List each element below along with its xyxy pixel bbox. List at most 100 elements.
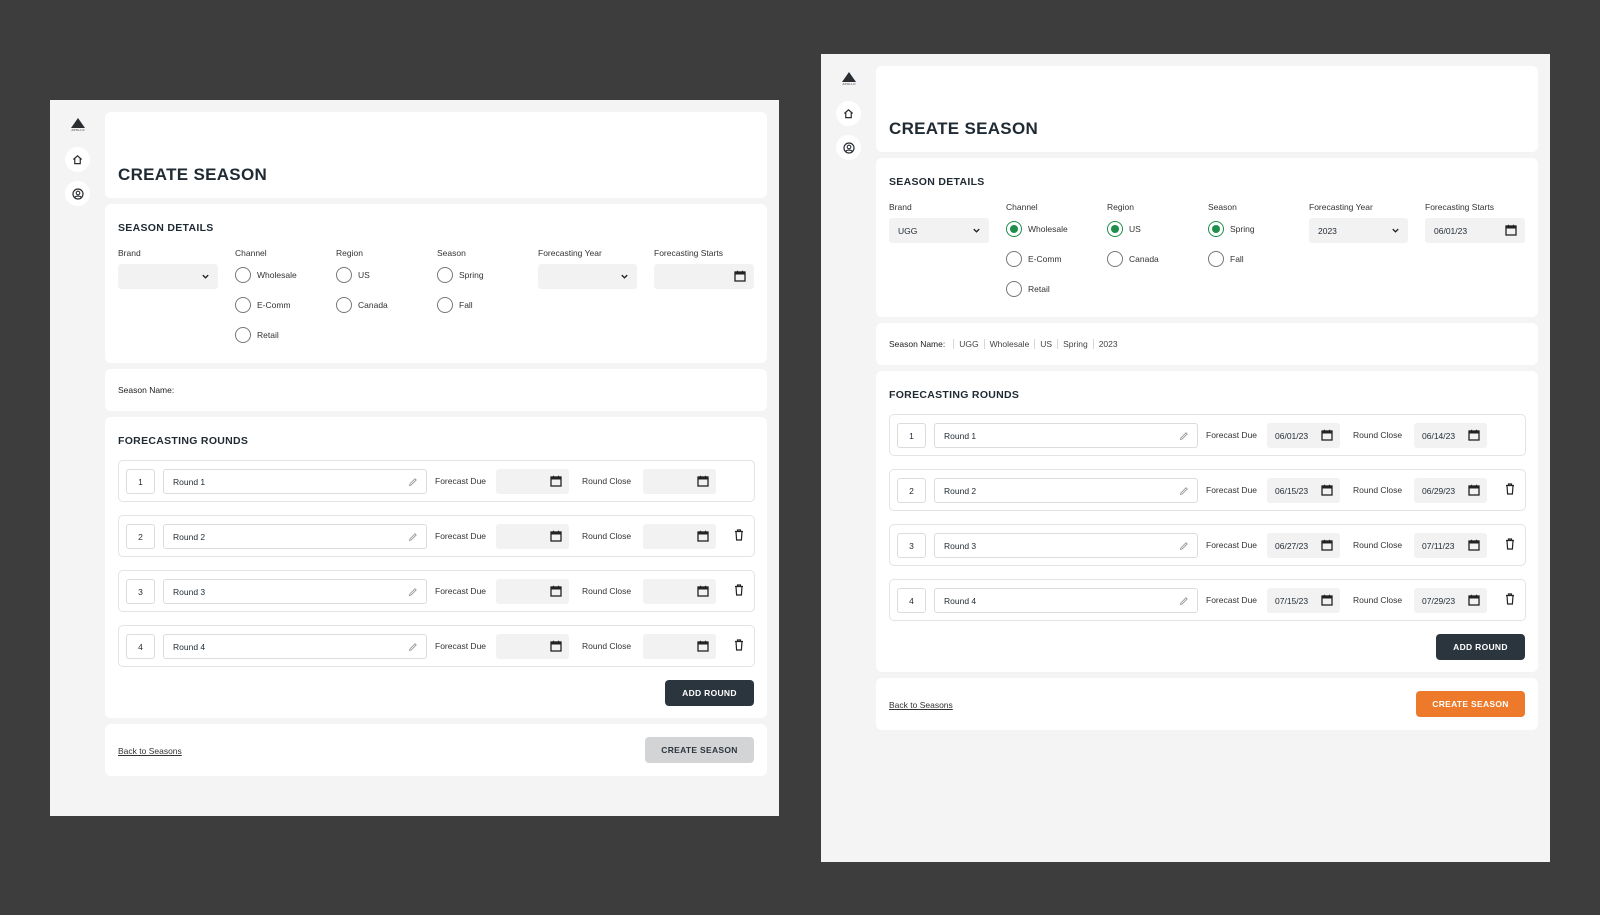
round-name-value: Round 3 bbox=[173, 586, 206, 597]
pencil-icon[interactable] bbox=[408, 587, 418, 597]
calendar-icon[interactable] bbox=[550, 640, 562, 652]
apollo-logo[interactable]: APOLLO bbox=[840, 72, 858, 88]
brand-select[interactable] bbox=[118, 264, 218, 289]
account-nav-button[interactable] bbox=[836, 135, 861, 160]
round-close-value: 06/29/23 bbox=[1422, 485, 1456, 496]
calendar-icon[interactable] bbox=[734, 270, 746, 282]
channel-radio-wholesale[interactable]: Wholesale bbox=[1006, 221, 1068, 237]
forecast-due-date[interactable] bbox=[496, 634, 569, 659]
channel-radio-retail[interactable]: Retail bbox=[235, 327, 279, 343]
channel-radio-ecomm[interactable]: E-Comm bbox=[1006, 251, 1062, 267]
round-row: 4 Round 4 Forecast Due Round Close bbox=[118, 625, 755, 667]
trash-icon[interactable] bbox=[1505, 593, 1515, 605]
calendar-icon[interactable] bbox=[1321, 484, 1333, 496]
round-close-date[interactable] bbox=[643, 579, 716, 604]
round-close-date[interactable] bbox=[643, 469, 716, 494]
back-to-seasons-link[interactable]: Back to Seasons bbox=[889, 700, 953, 710]
home-nav-button[interactable] bbox=[65, 147, 90, 172]
round-close-date[interactable] bbox=[643, 524, 716, 549]
round-name-input[interactable]: Round 4 bbox=[163, 634, 427, 659]
radio-circle-selected bbox=[1107, 221, 1123, 237]
forecast-due-date[interactable] bbox=[496, 469, 569, 494]
forecasting-year-select[interactable] bbox=[538, 264, 637, 289]
forecasting-starts-label: Forecasting Starts bbox=[654, 248, 723, 258]
pencil-icon[interactable] bbox=[1179, 541, 1189, 551]
season-radio-fall[interactable]: Fall bbox=[437, 297, 473, 313]
account-nav-button[interactable] bbox=[65, 181, 90, 206]
region-radio-us[interactable]: US bbox=[336, 267, 370, 283]
forecasting-starts-date[interactable] bbox=[654, 264, 754, 289]
round-close-date[interactable]: 06/14/23 bbox=[1414, 423, 1487, 448]
channel-radio-wholesale[interactable]: Wholesale bbox=[235, 267, 297, 283]
calendar-icon[interactable] bbox=[1505, 224, 1517, 236]
calendar-icon[interactable] bbox=[1321, 594, 1333, 606]
calendar-icon[interactable] bbox=[697, 475, 709, 487]
round-name-input[interactable]: Round 2 bbox=[934, 478, 1198, 503]
season-label: Season bbox=[437, 248, 466, 258]
trash-icon[interactable] bbox=[734, 529, 744, 541]
round-close-date[interactable]: 07/29/23 bbox=[1414, 588, 1487, 613]
trash-icon[interactable] bbox=[1505, 483, 1515, 495]
pencil-icon[interactable] bbox=[408, 532, 418, 542]
round-name-input[interactable]: Round 1 bbox=[163, 469, 427, 494]
back-to-seasons-link[interactable]: Back to Seasons bbox=[118, 746, 182, 756]
season-radio-fall[interactable]: Fall bbox=[1208, 251, 1244, 267]
round-row: 1 Round 1 Forecast Due 06/01/23 Round Cl… bbox=[889, 414, 1526, 456]
calendar-icon[interactable] bbox=[1321, 539, 1333, 551]
brand-select[interactable]: UGG bbox=[889, 218, 989, 243]
forecast-due-label: Forecast Due bbox=[435, 641, 487, 651]
forecast-due-date[interactable]: 06/27/23 bbox=[1267, 533, 1340, 558]
forecast-due-date[interactable]: 06/01/23 bbox=[1267, 423, 1340, 448]
add-round-button[interactable]: ADD ROUND bbox=[665, 680, 754, 706]
round-close-date[interactable] bbox=[643, 634, 716, 659]
round-name-input[interactable]: Round 1 bbox=[934, 423, 1198, 448]
forecast-due-date[interactable] bbox=[496, 579, 569, 604]
home-icon bbox=[72, 154, 83, 165]
pencil-icon[interactable] bbox=[408, 477, 418, 487]
trash-icon[interactable] bbox=[734, 584, 744, 596]
region-radio-canada[interactable]: Canada bbox=[336, 297, 388, 313]
round-name-input[interactable]: Round 4 bbox=[934, 588, 1198, 613]
season-radio-spring[interactable]: Spring bbox=[1208, 221, 1255, 237]
round-name-input[interactable]: Round 2 bbox=[163, 524, 427, 549]
pencil-icon[interactable] bbox=[408, 642, 418, 652]
calendar-icon[interactable] bbox=[550, 530, 562, 542]
create-season-button[interactable]: CREATE SEASON bbox=[1416, 691, 1525, 717]
calendar-icon[interactable] bbox=[697, 640, 709, 652]
calendar-icon[interactable] bbox=[1321, 429, 1333, 441]
forecasting-year-select[interactable]: 2023 bbox=[1309, 218, 1408, 243]
region-radio-canada[interactable]: Canada bbox=[1107, 251, 1159, 267]
calendar-icon[interactable] bbox=[1468, 594, 1480, 606]
calendar-icon[interactable] bbox=[1468, 484, 1480, 496]
pencil-icon[interactable] bbox=[1179, 431, 1189, 441]
season-radio-spring[interactable]: Spring bbox=[437, 267, 484, 283]
add-round-button[interactable]: ADD ROUND bbox=[1436, 634, 1525, 660]
round-name-input[interactable]: Round 3 bbox=[934, 533, 1198, 558]
create-season-button[interactable]: CREATE SEASON bbox=[645, 737, 754, 763]
pencil-icon[interactable] bbox=[1179, 486, 1189, 496]
round-close-date[interactable]: 06/29/23 bbox=[1414, 478, 1487, 503]
calendar-icon[interactable] bbox=[697, 530, 709, 542]
side-rail: APOLLO bbox=[50, 100, 106, 816]
trash-icon[interactable] bbox=[734, 639, 744, 651]
region-radio-us[interactable]: US bbox=[1107, 221, 1141, 237]
round-name-input[interactable]: Round 3 bbox=[163, 579, 427, 604]
channel-radio-ecomm[interactable]: E-Comm bbox=[235, 297, 291, 313]
calendar-icon[interactable] bbox=[1468, 429, 1480, 441]
apollo-logo[interactable]: APOLLO bbox=[69, 118, 87, 134]
page-title: CREATE SEASON bbox=[889, 119, 1039, 138]
round-close-label: Round Close bbox=[1353, 430, 1403, 440]
calendar-icon[interactable] bbox=[550, 475, 562, 487]
pencil-icon[interactable] bbox=[1179, 596, 1189, 606]
home-nav-button[interactable] bbox=[836, 101, 861, 126]
forecast-due-date[interactable]: 06/15/23 bbox=[1267, 478, 1340, 503]
forecasting-starts-date[interactable]: 06/01/23 bbox=[1425, 218, 1525, 243]
calendar-icon[interactable] bbox=[550, 585, 562, 597]
calendar-icon[interactable] bbox=[1468, 539, 1480, 551]
round-close-date[interactable]: 07/11/23 bbox=[1414, 533, 1487, 558]
calendar-icon[interactable] bbox=[697, 585, 709, 597]
forecast-due-date[interactable]: 07/15/23 bbox=[1267, 588, 1340, 613]
channel-radio-retail[interactable]: Retail bbox=[1006, 281, 1050, 297]
forecast-due-date[interactable] bbox=[496, 524, 569, 549]
trash-icon[interactable] bbox=[1505, 538, 1515, 550]
